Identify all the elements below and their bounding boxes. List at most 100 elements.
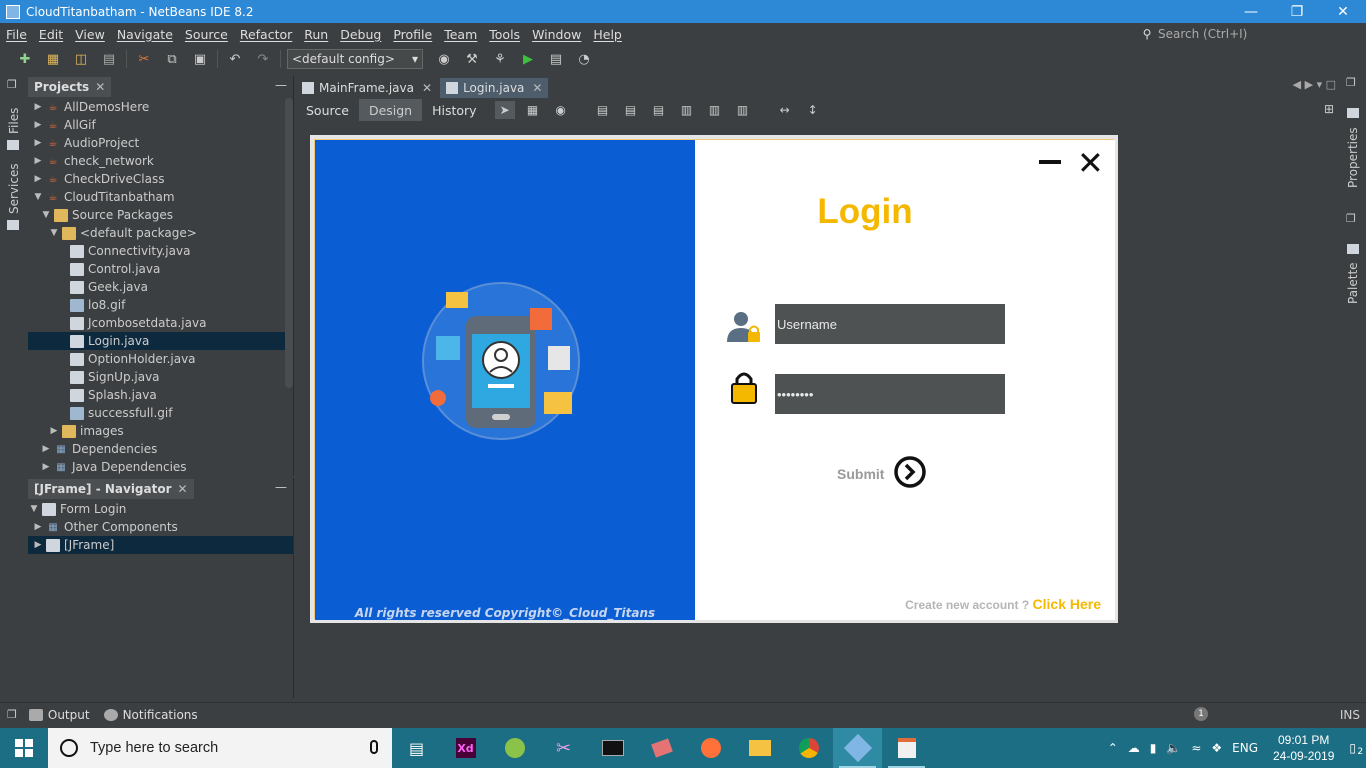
tree-node[interactable]: ▼ <default package> xyxy=(28,224,293,242)
projects-scrollbar[interactable] xyxy=(285,98,293,388)
taskbar-search-box[interactable]: Type here to search xyxy=(48,728,392,768)
align-left-icon[interactable]: ▤ xyxy=(593,101,613,119)
submit-arrow-icon[interactable] xyxy=(893,455,927,489)
cloud-icon[interactable]: ☁ xyxy=(1128,741,1140,755)
menu-refactor[interactable]: Refactor xyxy=(234,27,298,42)
center-vertical-icon[interactable]: ▥ xyxy=(733,101,753,119)
chrome-app[interactable] xyxy=(784,728,833,768)
debug-icon[interactable]: ▤ xyxy=(545,50,567,68)
menu-debug[interactable]: Debug xyxy=(334,27,387,42)
tab-mainframe[interactable]: MainFrame.java ✕ xyxy=(296,78,438,98)
expand-icon[interactable]: ▶ xyxy=(32,540,44,550)
tree-node[interactable]: ▶ ☕ CheckDriveClass xyxy=(28,170,293,188)
tree-node[interactable]: SignUp.java xyxy=(28,368,293,386)
minimize-panel-icon[interactable]: — xyxy=(275,480,287,494)
history-mode-button[interactable]: History xyxy=(422,99,486,121)
notification-badge[interactable]: 1 xyxy=(1194,707,1208,721)
close-icon[interactable]: ✕ xyxy=(422,81,432,95)
expand-icon[interactable]: ▶ xyxy=(32,138,44,148)
tree-node[interactable]: ▶ ☕ AllDemosHere xyxy=(28,98,293,116)
open-project-icon[interactable]: ◫ xyxy=(70,50,92,68)
tree-node[interactable]: ▶ ☕ AudioProject xyxy=(28,134,293,152)
menu-run[interactable]: Run xyxy=(298,27,334,42)
terminal-app[interactable] xyxy=(588,728,637,768)
tree-node[interactable]: ▶ ▦ Java Dependencies xyxy=(28,458,293,476)
minimize-window-button[interactable]: — xyxy=(1228,0,1274,23)
run-icon[interactable]: ▶ xyxy=(517,50,539,68)
undo-icon[interactable]: ↶ xyxy=(224,50,246,68)
palette-side-tab[interactable]: Palette xyxy=(1346,262,1360,304)
menu-tools[interactable]: Tools xyxy=(483,27,526,42)
expand-icon[interactable]: ▶ xyxy=(32,156,44,166)
menu-team[interactable]: Team xyxy=(438,27,483,42)
create-account-link[interactable]: Click Here xyxy=(1033,596,1101,612)
menu-help[interactable]: Help xyxy=(587,27,628,42)
restore-panel-icon[interactable]: ❐ xyxy=(1346,212,1356,225)
wifi-icon[interactable]: ≈ xyxy=(1191,741,1201,755)
source-mode-button[interactable]: Source xyxy=(296,99,359,121)
expand-icon[interactable]: ▶ xyxy=(40,444,52,454)
tree-node[interactable]: ▼ Form Login xyxy=(28,500,293,518)
submit-label[interactable]: Submit xyxy=(837,466,884,482)
selection-mode-icon[interactable]: ➤ xyxy=(494,101,515,119)
collapse-icon[interactable]: ▼ xyxy=(32,192,44,202)
notifications-button[interactable]: Notifications xyxy=(103,708,198,722)
collapse-icon[interactable]: ▼ xyxy=(28,504,40,514)
tree-node[interactable]: ▼ ☕ CloudTitanbatham xyxy=(28,188,293,206)
expand-icon[interactable]: ▶ xyxy=(32,102,44,112)
restore-panel-icon[interactable]: ❐ xyxy=(7,708,17,721)
form-close-button[interactable]: ✕ xyxy=(1077,147,1104,179)
center-horizontal-icon[interactable]: ▤ xyxy=(649,101,669,119)
tree-node[interactable]: Connectivity.java xyxy=(28,242,293,260)
start-button[interactable] xyxy=(0,728,48,768)
new-project-icon[interactable]: ▦ xyxy=(42,50,64,68)
new-file-icon[interactable]: ✚ xyxy=(14,50,36,68)
close-icon[interactable]: ✕ xyxy=(95,80,105,94)
expand-icon[interactable]: ▶ xyxy=(32,120,44,130)
cut-icon[interactable]: ✂ xyxy=(133,50,155,68)
battery-icon[interactable]: ▮ xyxy=(1150,741,1157,755)
tree-node-selected[interactable]: ▶ [JFrame] xyxy=(28,536,293,554)
username-input[interactable]: Username xyxy=(775,304,1005,344)
chevron-up-icon[interactable]: ⌃ xyxy=(1108,741,1118,755)
resize-vertical-icon[interactable]: ↕ xyxy=(803,101,823,119)
tree-node[interactable]: ▶ images xyxy=(28,422,293,440)
action-center-icon[interactable]: ▯ 2 xyxy=(1349,741,1363,757)
tree-node[interactable]: lo8.gif xyxy=(28,296,293,314)
properties-side-tab[interactable]: Properties xyxy=(1346,127,1360,188)
menu-view[interactable]: View xyxy=(69,27,111,42)
close-icon[interactable]: ✕ xyxy=(178,482,188,496)
expand-icon[interactable]: ▶ xyxy=(32,174,44,184)
tree-node[interactable]: Geek.java xyxy=(28,278,293,296)
clean-build-icon[interactable]: ⚘ xyxy=(489,50,511,68)
build-hammer-icon[interactable]: ⚒ xyxy=(461,50,483,68)
minimize-panel-icon[interactable]: — xyxy=(275,78,287,92)
tree-node[interactable]: Splash.java xyxy=(28,386,293,404)
firefox-app[interactable] xyxy=(686,728,735,768)
chameleon-app[interactable] xyxy=(490,728,539,768)
menu-navigate[interactable]: Navigate xyxy=(111,27,179,42)
restore-panel-icon[interactable]: ❐ xyxy=(1346,76,1356,89)
tree-node[interactable]: OptionHolder.java xyxy=(28,350,293,368)
output-button[interactable]: Output xyxy=(28,708,90,722)
close-icon[interactable]: ✕ xyxy=(532,81,542,95)
eraser-app[interactable] xyxy=(637,728,686,768)
java-app[interactable] xyxy=(882,728,931,768)
ide-search-box[interactable]: ⚲ Search (Ctrl+I) xyxy=(1136,23,1366,45)
menu-file[interactable]: File xyxy=(0,27,33,42)
collapse-icon[interactable]: ▼ xyxy=(40,210,52,220)
preview-design-icon[interactable]: ◉ xyxy=(551,101,571,119)
menu-source[interactable]: Source xyxy=(179,27,234,42)
menu-edit[interactable]: Edit xyxy=(33,27,69,42)
expand-icon[interactable]: ▶ xyxy=(40,462,52,472)
resize-horizontal-icon[interactable]: ↔ xyxy=(775,101,795,119)
globe-icon[interactable]: ◉ xyxy=(433,50,455,68)
volume-icon[interactable]: 🔈 xyxy=(1166,741,1181,755)
tree-node[interactable]: ▶ ▦ Dependencies xyxy=(28,440,293,458)
align-right-icon[interactable]: ▤ xyxy=(621,101,641,119)
snipping-app[interactable]: ✂ xyxy=(539,728,588,768)
tree-node[interactable]: ▶ ▦ Other Components xyxy=(28,518,293,536)
maximize-editor-icon[interactable]: ⊞ xyxy=(1324,102,1334,116)
task-view-button[interactable]: ▤ xyxy=(392,728,441,768)
connection-mode-icon[interactable]: ▦ xyxy=(523,101,543,119)
